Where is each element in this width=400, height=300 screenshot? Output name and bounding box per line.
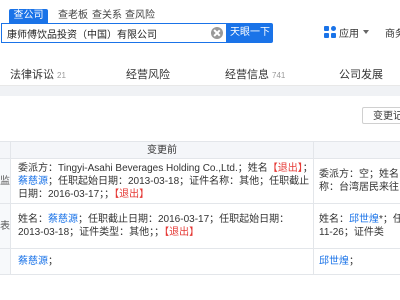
record-text: 称：台湾居民来往 bbox=[319, 182, 399, 193]
nav-label: 法律诉讼 bbox=[10, 69, 54, 81]
record-text: 11-26；证件类 bbox=[319, 227, 384, 238]
nav-item-legal[interactable]: 法律诉讼 21 bbox=[10, 66, 66, 82]
person-link[interactable]: 蔡慈源 bbox=[18, 176, 48, 187]
nav-item-business-info[interactable]: 经营信息 741 bbox=[225, 66, 285, 82]
section-nav: 法律诉讼 21 经营风险 经营信息 741 公司发展 bbox=[0, 61, 400, 86]
business-link[interactable]: 商务 bbox=[385, 25, 400, 40]
search-input[interactable] bbox=[7, 25, 203, 41]
table-header-before: 变更前 bbox=[10, 141, 314, 159]
before-cell: 委派方：Tingyi-Asahi Beverages Holding Co.,L… bbox=[10, 158, 314, 204]
apps-icon[interactable] bbox=[324, 26, 336, 38]
nav-item-risk[interactable]: 经营风险 bbox=[126, 66, 170, 82]
after-cell: 委派方：空；姓名 称：台湾居民来往 bbox=[313, 158, 400, 204]
record-text: *；任 bbox=[379, 214, 400, 225]
table-header-after bbox=[313, 141, 400, 159]
table-row: 表 姓名：蔡慈源；任职截止日期：2016-03-17；任职起始日期：2013-0… bbox=[0, 203, 400, 249]
chevron-down-icon[interactable] bbox=[363, 30, 369, 34]
search-box bbox=[1, 23, 227, 43]
clear-icon[interactable] bbox=[211, 27, 223, 39]
tab-risk[interactable]: 查风险 bbox=[125, 9, 155, 23]
change-record-table: 变更前 监 委派方：Tingyi-Asahi Beverages Holding… bbox=[0, 141, 400, 275]
nav-label: 经营信息 bbox=[225, 69, 269, 81]
nav-count: 21 bbox=[57, 71, 66, 80]
apps-menu-label[interactable]: 应用 bbox=[339, 25, 359, 40]
table-header-item bbox=[0, 141, 11, 159]
tab-boss[interactable]: 查老板 bbox=[58, 9, 88, 23]
nav-label: 公司发展 bbox=[339, 69, 383, 81]
record-text: ； bbox=[349, 256, 359, 267]
after-cell: 姓名：邱世煌*；任 11-26；证件类 bbox=[313, 203, 400, 249]
exit-tag: 【退出】 bbox=[267, 162, 303, 174]
person-link[interactable]: 邱世煌 bbox=[319, 256, 349, 267]
record-text: ；任职起始日期：2013-03-18；证件名称：其他；任职截止日期：2016-0… bbox=[18, 175, 310, 200]
record-text: 姓名： bbox=[18, 214, 48, 225]
tab-company[interactable]: 查公司 bbox=[9, 9, 48, 23]
table-row: 监 委派方：Tingyi-Asahi Beverages Holding Co.… bbox=[0, 158, 400, 204]
change-record-button[interactable]: 变更记 bbox=[362, 107, 400, 124]
record-text: ； bbox=[48, 256, 58, 267]
row-item-label: 表 bbox=[0, 203, 11, 249]
record-text: 姓名： bbox=[319, 214, 349, 225]
nav-count: 741 bbox=[272, 71, 286, 80]
person-link[interactable]: 蔡慈源 bbox=[48, 214, 78, 225]
search-button[interactable]: 天眼一下 bbox=[227, 23, 273, 43]
before-cell: 蔡慈源； bbox=[10, 248, 314, 275]
before-cell: 姓名：蔡慈源；任职截止日期：2016-03-17；任职起始日期：2013-03-… bbox=[10, 203, 314, 249]
exit-tag: 【退出】 bbox=[164, 227, 200, 238]
table-row: 蔡慈源； 邱世煌； bbox=[0, 248, 400, 275]
nav-label: 经营风险 bbox=[126, 69, 170, 81]
tab-relation[interactable]: 查关系 bbox=[92, 9, 122, 23]
exit-tag: 【退出】 bbox=[114, 188, 150, 200]
nav-item-development[interactable]: 公司发展 bbox=[339, 66, 383, 82]
row-item-label bbox=[0, 248, 11, 275]
person-link[interactable]: 邱世煌 bbox=[349, 214, 379, 225]
record-text: ； bbox=[302, 162, 313, 174]
row-item-label: 监 bbox=[0, 158, 11, 204]
record-text: 委派方：Tingyi-Asahi Beverages Holding Co.,L… bbox=[18, 162, 268, 174]
after-cell: 邱世煌； bbox=[313, 248, 400, 275]
person-link[interactable]: 蔡慈源 bbox=[18, 256, 48, 267]
record-text: 委派方：空；姓名 bbox=[319, 169, 399, 180]
